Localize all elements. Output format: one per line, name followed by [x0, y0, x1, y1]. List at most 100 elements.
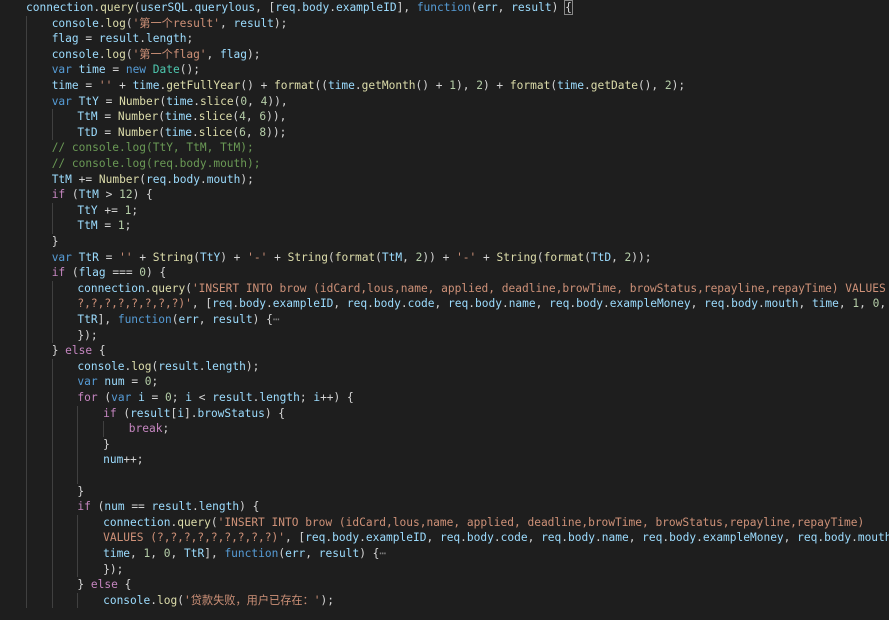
- code-token: ].: [183, 406, 198, 420]
- code-line[interactable]: TtM = 1;: [0, 218, 889, 234]
- fold-ellipsis-icon[interactable]: ⋯: [379, 547, 386, 560]
- code-line[interactable]: } else {: [0, 577, 889, 593]
- code-token: result: [98, 32, 140, 46]
- code-line[interactable]: console.log(result.length);: [0, 358, 889, 375]
- code-token: 0: [163, 547, 171, 560]
- code-token: =: [144, 391, 166, 404]
- indent-guide: [26, 343, 27, 359]
- code-line[interactable]: // console.log(req.body.mouth);: [0, 156, 889, 172]
- code-token: flag: [78, 266, 106, 280]
- code-line[interactable]: VALUES (?,?,?,?,?,?,?,?,?)', [req.body.e…: [0, 530, 889, 546]
- code-line[interactable]: connection.query('INSERT INTO brow (idCa…: [0, 514, 889, 531]
- fold-ellipsis-icon[interactable]: ⋯: [273, 313, 280, 326]
- indent-guide: [26, 483, 27, 500]
- code-line[interactable]: [0, 468, 889, 484]
- code-line[interactable]: var num = 0;: [0, 374, 889, 390]
- code-token: Date: [152, 63, 180, 77]
- code-line[interactable]: TtY += 1;: [0, 202, 889, 219]
- code-line[interactable]: }: [0, 234, 889, 250]
- code-line[interactable]: for (var i = 0; i < result.length; i++) …: [0, 390, 889, 406]
- code-line[interactable]: var TtR = '' + String(TtY) + '-' + Strin…: [0, 249, 889, 266]
- code-line[interactable]: TtM = Number(time.slice(4, 6)),: [0, 109, 889, 125]
- code-token: ;: [151, 375, 159, 389]
- code-line[interactable]: time, 1, 0, TtR], function(err, result) …: [0, 546, 889, 562]
- line-code: console.log('第一个flag', flag);: [52, 47, 261, 63]
- indent-guide: [51, 202, 53, 219]
- code-token: >: [98, 188, 120, 202]
- code-token: '-': [247, 250, 268, 264]
- code-token: req: [549, 297, 570, 311]
- code-token: 4: [239, 110, 246, 124]
- code-token: () +: [240, 79, 275, 92]
- line-code: }: [103, 437, 110, 453]
- code-line[interactable]: if (TtM > 12) {: [0, 187, 889, 203]
- code-line[interactable]: break;: [0, 421, 889, 437]
- code-line[interactable]: connection.query(userSQL.querylous, [req…: [0, 0, 889, 16]
- code-line[interactable]: flag = result.length;: [0, 31, 889, 47]
- code-token: +=: [71, 172, 99, 186]
- code-line[interactable]: if (num == result.length) {: [0, 499, 889, 515]
- code-token: , [: [191, 297, 213, 311]
- indent-guide: [51, 374, 53, 390]
- code-token: .: [468, 297, 475, 311]
- code-token: .: [758, 297, 765, 311]
- code-token: (: [328, 250, 335, 264]
- code-line[interactable]: if (result[i].browStatus) {: [0, 405, 889, 422]
- code-line[interactable]: console.log('第一个result', result);: [0, 15, 889, 32]
- indent-guide: [26, 171, 27, 188]
- code-line[interactable]: } else {: [0, 343, 889, 359]
- code-editor[interactable]: connection.query(userSQL.querylous, [req…: [0, 0, 889, 620]
- code-token: for: [77, 391, 98, 404]
- code-line[interactable]: var TtY = Number(time.slice(0, 4)),: [0, 93, 889, 110]
- code-token: ;: [124, 219, 132, 233]
- code-token: ;: [186, 32, 194, 46]
- code-line[interactable]: }: [0, 436, 889, 453]
- code-line[interactable]: console.log('第一个flag', flag);: [0, 46, 889, 63]
- code-token: code: [407, 297, 435, 311]
- code-token: result: [158, 359, 199, 373]
- indent-guide: [51, 530, 53, 546]
- code-token: time: [557, 79, 585, 92]
- code-token: }: [77, 578, 91, 592]
- code-line[interactable]: // console.log(TtY, TtM, TtM);: [0, 140, 889, 156]
- code-line[interactable]: });: [0, 327, 889, 344]
- code-token: if: [103, 406, 117, 420]
- code-token: ,: [628, 531, 643, 545]
- code-token: (: [65, 266, 79, 280]
- code-token: format: [274, 79, 315, 92]
- code-token: console: [103, 593, 151, 607]
- indent-guide: [77, 561, 79, 578]
- code-token: ],: [204, 547, 225, 560]
- code-line[interactable]: connection.query('INSERT INTO brow (idCa…: [0, 280, 889, 297]
- code-token: var: [51, 63, 72, 77]
- code-token: ) +: [482, 79, 510, 92]
- code-line[interactable]: });: [0, 561, 889, 578]
- code-line[interactable]: var time = new Date();: [0, 62, 889, 78]
- code-line[interactable]: ?,?,?,?,?,?,?,?)', [req.body.exampleID, …: [0, 296, 889, 312]
- code-line[interactable]: TtD = Number(time.slice(6, 8));: [0, 124, 889, 141]
- line-code: num++;: [103, 452, 143, 468]
- code-token: body: [466, 531, 494, 545]
- code-token: body: [474, 297, 502, 311]
- code-token: .: [150, 593, 157, 607]
- code-line[interactable]: TtR], function(err, result) {⋯: [0, 312, 889, 328]
- code-line[interactable]: if (flag === 0) {: [0, 265, 889, 281]
- code-token: .: [199, 172, 207, 186]
- code-token: ,: [198, 313, 213, 326]
- code-line[interactable]: num++;: [0, 452, 889, 468]
- code-token: {: [564, 0, 573, 15]
- code-line[interactable]: TtM += Number(req.body.mouth);: [0, 171, 889, 188]
- code-token: ,: [497, 1, 512, 14]
- line-code: flag = result.length;: [52, 31, 194, 47]
- code-token: .: [367, 297, 374, 311]
- indent-guide: [51, 327, 53, 344]
- line-code: TtM += Number(req.body.mouth);: [52, 172, 254, 188]
- code-token: new: [125, 63, 147, 77]
- indent-guide: [77, 592, 79, 609]
- code-line[interactable]: time = '' + time.getFullYear() + format(…: [0, 78, 889, 94]
- code-line[interactable]: }: [0, 483, 889, 500]
- code-token: (: [536, 250, 544, 264]
- code-token: ?,?,?,?,?,?,?,?)': [77, 297, 192, 311]
- code-line[interactable]: console.log('贷款失败，用户已存在：');: [0, 592, 889, 609]
- code-token: ,: [333, 297, 347, 311]
